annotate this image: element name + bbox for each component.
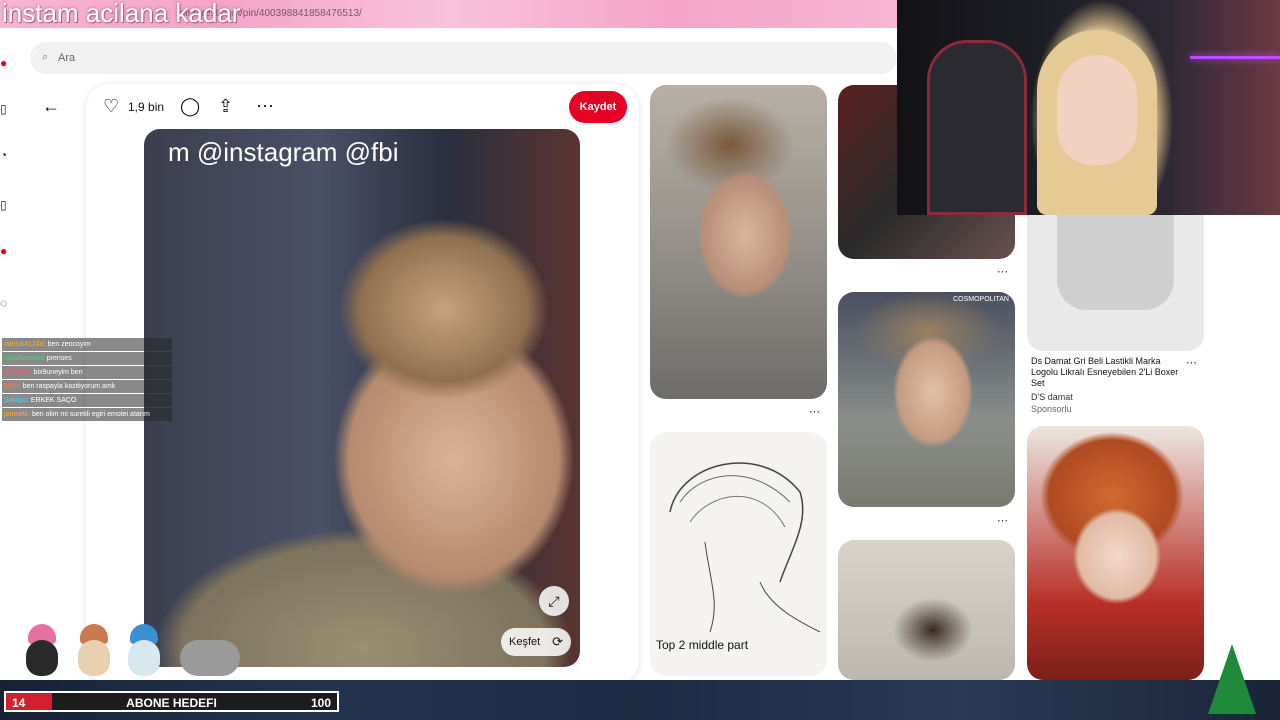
hair-sketch-illustration: [669, 462, 821, 633]
chat-text: prenses: [46, 355, 72, 362]
overlay-title: instam acilana kadar: [2, 0, 241, 28]
christmas-tree-icon: [1208, 644, 1256, 714]
cat-mascot-icon: [176, 622, 254, 680]
pin-tile-boy-side[interactable]: COSMOPOLITAN: [838, 292, 1015, 507]
tile-more-icon[interactable]: ⋯: [1186, 356, 1197, 369]
chat-username: lbl3ft:: [4, 383, 23, 390]
pin-image[interactable]: m @instagram @fbi ⤢ Keşfet ⟳: [144, 129, 580, 667]
stream-overlay-banner: pinterest.com/pin/400398841858476513/ in…: [0, 0, 897, 28]
messages-icon[interactable]: ◌: [0, 296, 7, 310]
tile-more-icon[interactable]: ⋯: [997, 265, 1008, 278]
sketch-label: Top 2 middle part: [656, 638, 749, 652]
tile-more-icon[interactable]: ⋯: [809, 405, 820, 418]
expand-icon[interactable]: ⤢: [539, 586, 569, 616]
chat-username: danisk4124d:: [4, 341, 48, 348]
chat-username: jamsetk:: [4, 411, 33, 418]
blue-bird-mascot-icon: [124, 622, 164, 680]
comment-icon[interactable]: ◯: [180, 96, 200, 117]
watermark-text: COSMOPOLITAN: [953, 296, 1009, 303]
search-input[interactable]: ⌕ Ara: [30, 42, 897, 74]
explore-icon[interactable]: ◔: [0, 148, 7, 162]
webcam-feed: [897, 0, 1280, 215]
back-arrow-icon[interactable]: ←: [42, 96, 60, 117]
penguin-mascot-icon: [22, 622, 62, 680]
search-icon: ⌕: [42, 51, 49, 63]
subscriber-goal-bar: 14 ABONE HEDEFI 100: [4, 691, 339, 712]
create-icon[interactable]: ▯: [0, 198, 7, 212]
visual-search-icon: ⟳: [552, 634, 563, 649]
pin-tile-boy-hoodie[interactable]: [650, 85, 827, 399]
chat-message: nisadecesim: prenses: [2, 352, 172, 365]
heart-icon[interactable]: ♡: [103, 96, 119, 117]
more-options-icon[interactable]: ⋯: [256, 96, 274, 117]
pin-tile-hair-sketch[interactable]: Top 2 middle part: [650, 432, 827, 676]
chat-text: ben zencoyim: [47, 341, 91, 348]
streamer-face: [1057, 55, 1137, 165]
notifications-icon[interactable]: ●: [0, 244, 7, 258]
chat-message: danisk4124d: ben zencoyim: [2, 338, 172, 351]
sponsored-label: Sponsorlu: [1031, 404, 1072, 414]
chat-username: rlorvekili:: [4, 369, 34, 376]
chat-message: lbl3ft: ben raspayla kazitiyorum amk: [2, 380, 172, 393]
save-button[interactable]: Kaydet: [569, 91, 627, 123]
chat-username: Saklipo:: [4, 397, 31, 404]
share-icon[interactable]: ⇪: [218, 96, 233, 117]
boxer-shape: [1057, 215, 1174, 310]
explore-button[interactable]: Keşfet ⟳: [501, 628, 571, 656]
chat-text: ben raspayla kazitiyorum amk: [22, 383, 116, 390]
chat-text: ben olim mi surekli egiri emotei atarım: [32, 411, 150, 418]
chat-text: bix9uneyim ben: [33, 369, 83, 376]
gaming-chair: [927, 40, 1027, 215]
home-icon[interactable]: ▯: [0, 102, 7, 116]
pin-tile-boy-curly[interactable]: [838, 540, 1015, 680]
explore-label: Keşfet: [509, 636, 541, 648]
like-count: 1,9 bin: [128, 100, 165, 114]
chat-message: Saklipo: ERKEK SAÇO: [2, 394, 172, 407]
ad-brand[interactable]: D'S damat: [1031, 392, 1073, 402]
ad-title[interactable]: Ds Damat Gri Beli Lastikli Marka Logolu …: [1031, 356, 1181, 389]
chat-text: ERKEK SAÇO: [30, 397, 77, 404]
stream-chat: danisk4124d: ben zencoyim nisadecesim: pr…: [2, 338, 172, 422]
rgb-light: [1190, 56, 1280, 59]
search-placeholder: Ara: [58, 52, 76, 64]
chat-message: rlorvekili: bix9uneyim ben: [2, 366, 172, 379]
chat-message: jamsetk: ben olim mi surekli egiri emote…: [2, 408, 172, 421]
chat-username: nisadecesim:: [4, 355, 47, 362]
pin-image-caption: m @instagram @fbi: [168, 137, 399, 167]
pin-tile-ad-image[interactable]: [1027, 215, 1204, 351]
bird-mascot-icon: [74, 622, 114, 680]
goal-label: ABONE HEDEFI: [126, 696, 217, 710]
pin-tile-anime-character[interactable]: [1027, 426, 1204, 680]
goal-target: 100: [310, 696, 331, 710]
tile-more-icon[interactable]: ⋯: [997, 514, 1008, 527]
pinterest-logo-icon[interactable]: ●: [0, 56, 7, 70]
